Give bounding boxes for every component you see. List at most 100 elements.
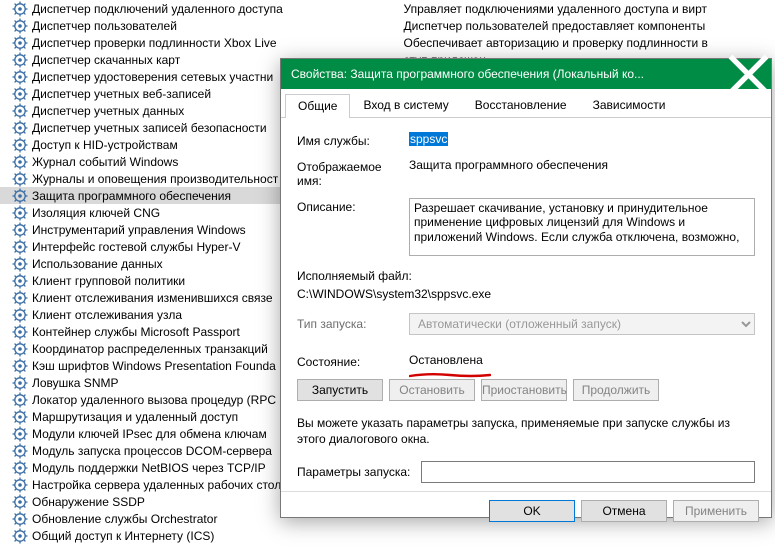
service-name: Диспетчер скачанных карт bbox=[32, 53, 180, 67]
label-exe-path: Исполняемый файл: bbox=[297, 269, 755, 283]
service-name: Обнаружение SSDP bbox=[32, 495, 145, 509]
gear-icon bbox=[12, 409, 28, 425]
gear-icon bbox=[12, 477, 28, 493]
gear-icon bbox=[12, 341, 28, 357]
cancel-button[interactable]: Отмена bbox=[581, 500, 667, 522]
service-name: Журнал событий Windows bbox=[32, 155, 178, 169]
service-name: Журналы и оповещения производительност bbox=[32, 172, 278, 186]
apply-button: Применить bbox=[673, 500, 759, 522]
service-name: Диспетчер учетных записей безопасности bbox=[32, 121, 267, 135]
gear-icon bbox=[12, 35, 28, 51]
gear-icon bbox=[12, 307, 28, 323]
service-description-row: Управляет подключениями удаленного досту… bbox=[388, 0, 775, 17]
service-name: Локатор удаленного вызова процедур (RPC bbox=[32, 393, 276, 407]
service-name-value[interactable]: sppsvc bbox=[409, 132, 448, 146]
service-name: Контейнер службы Microsoft Passport bbox=[32, 325, 240, 339]
gear-icon bbox=[12, 103, 28, 119]
service-name: Координатор распределенных транзакций bbox=[32, 342, 268, 356]
start-params-input[interactable] bbox=[421, 461, 755, 483]
tab-logon[interactable]: Вход в систему bbox=[350, 93, 461, 117]
gear-icon bbox=[12, 205, 28, 221]
gear-icon bbox=[12, 273, 28, 289]
service-name: Диспетчер учетных веб-записей bbox=[32, 87, 211, 101]
service-name: Клиент отслеживания узла bbox=[32, 308, 182, 322]
service-name: Диспетчер пользователей bbox=[32, 19, 177, 33]
service-name: Обновление службы Orchestrator bbox=[32, 512, 217, 526]
service-name: Модуль запуска процессов DCOM-сервера bbox=[32, 444, 272, 458]
service-name: Настройка сервера удаленных рабочих стол bbox=[32, 478, 281, 492]
gear-icon bbox=[12, 290, 28, 306]
gear-icon bbox=[12, 256, 28, 272]
service-name: Изоляция ключей CNG bbox=[32, 206, 160, 220]
general-pane: Имя службы: sppsvc Отображаемое имя: Защ… bbox=[281, 118, 771, 491]
service-name: Кэш шрифтов Windows Presentation Founda bbox=[32, 359, 276, 373]
display-name-value: Защита программного обеспечения bbox=[409, 158, 755, 188]
dialog-title: Свойства: Защита программного обеспечени… bbox=[291, 67, 726, 81]
gear-icon bbox=[12, 494, 28, 510]
service-name: Модуль поддержки NetBIOS через TCP/IP bbox=[32, 461, 266, 475]
gear-icon bbox=[12, 375, 28, 391]
gear-icon bbox=[12, 69, 28, 85]
label-start-params: Параметры запуска: bbox=[297, 465, 421, 479]
gear-icon bbox=[12, 426, 28, 442]
gear-icon bbox=[12, 239, 28, 255]
gear-icon bbox=[12, 154, 28, 170]
service-description: Управляет подключениями удаленного досту… bbox=[400, 2, 708, 16]
tab-recovery[interactable]: Восстановление bbox=[462, 93, 580, 117]
gear-icon bbox=[12, 324, 28, 340]
gear-icon bbox=[12, 52, 28, 68]
service-name: Общий доступ к Интернету (ICS) bbox=[32, 529, 214, 543]
service-name: Клиент отслеживания изменившихся связе bbox=[32, 291, 273, 305]
service-description-row: Диспетчер пользователей предоставляет ко… bbox=[388, 17, 775, 34]
service-description-row: Обеспечивает авторизацию и проверку подл… bbox=[388, 34, 775, 51]
label-display-name: Отображаемое имя: bbox=[297, 158, 409, 188]
service-description: Диспетчер пользователей предоставляет ко… bbox=[400, 19, 706, 33]
gear-icon bbox=[12, 528, 28, 544]
service-row[interactable]: Диспетчер проверки подлинности Xbox Live bbox=[0, 34, 388, 51]
service-row[interactable]: Диспетчер пользователей bbox=[0, 17, 388, 34]
resume-button: Продолжить bbox=[573, 379, 659, 401]
tab-dependencies[interactable]: Зависимости bbox=[580, 93, 679, 117]
ok-button[interactable]: OK bbox=[489, 500, 575, 522]
service-name: Использование данных bbox=[32, 257, 163, 271]
service-name: Ловушка SNMP bbox=[32, 376, 118, 390]
gear-icon bbox=[12, 460, 28, 476]
hint-text: Вы можете указать параметры запуска, при… bbox=[297, 415, 755, 447]
label-state: Состояние: bbox=[297, 353, 409, 369]
label-description: Описание: bbox=[297, 198, 409, 259]
service-name: Доступ к HID-устройствам bbox=[32, 138, 178, 152]
tab-strip: Общие Вход в систему Восстановление Зави… bbox=[281, 89, 771, 118]
description-textarea[interactable]: Разрешает скачивание, установку и принуд… bbox=[409, 198, 755, 256]
tab-general[interactable]: Общие bbox=[285, 94, 350, 118]
service-name: Интерфейс гостевой службы Hyper-V bbox=[32, 240, 240, 254]
service-row[interactable]: Диспетчер подключений удаленного доступа bbox=[0, 0, 388, 17]
gear-icon bbox=[12, 1, 28, 17]
gear-icon bbox=[12, 358, 28, 374]
stop-button: Остановить bbox=[389, 379, 475, 401]
gear-icon bbox=[12, 18, 28, 34]
start-button[interactable]: Запустить bbox=[297, 379, 383, 401]
red-underline-annotation bbox=[409, 367, 491, 372]
gear-icon bbox=[12, 137, 28, 153]
close-button[interactable] bbox=[726, 59, 771, 89]
service-name: Модули ключей IPsec для обмена ключам bbox=[32, 427, 267, 441]
service-name: Диспетчер подключений удаленного доступа bbox=[32, 2, 283, 16]
service-name: Клиент групповой политики bbox=[32, 274, 185, 288]
gear-icon bbox=[12, 511, 28, 527]
service-name: Диспетчер учетных данных bbox=[32, 104, 184, 118]
pause-button: Приостановить bbox=[481, 379, 567, 401]
label-startup-type: Тип запуска: bbox=[297, 317, 409, 331]
service-name: Диспетчер удостоверения сетевых участни bbox=[32, 70, 273, 84]
gear-icon bbox=[12, 222, 28, 238]
service-name: Маршрутизация и удаленный доступ bbox=[32, 410, 238, 424]
service-description: Обеспечивает авторизацию и проверку подл… bbox=[400, 36, 708, 50]
gear-icon bbox=[12, 120, 28, 136]
dialog-footer: OK Отмена Применить bbox=[281, 491, 771, 530]
startup-type-select: Автоматически (отложенный запуск) bbox=[409, 313, 755, 335]
gear-icon bbox=[12, 443, 28, 459]
exe-path-value: C:\WINDOWS\system32\sppsvc.exe bbox=[297, 287, 755, 301]
service-name: Инструментарий управления Windows bbox=[32, 223, 246, 237]
service-name: Защита программного обеспечения bbox=[32, 189, 231, 203]
gear-icon bbox=[12, 188, 28, 204]
dialog-titlebar[interactable]: Свойства: Защита программного обеспечени… bbox=[281, 59, 771, 89]
